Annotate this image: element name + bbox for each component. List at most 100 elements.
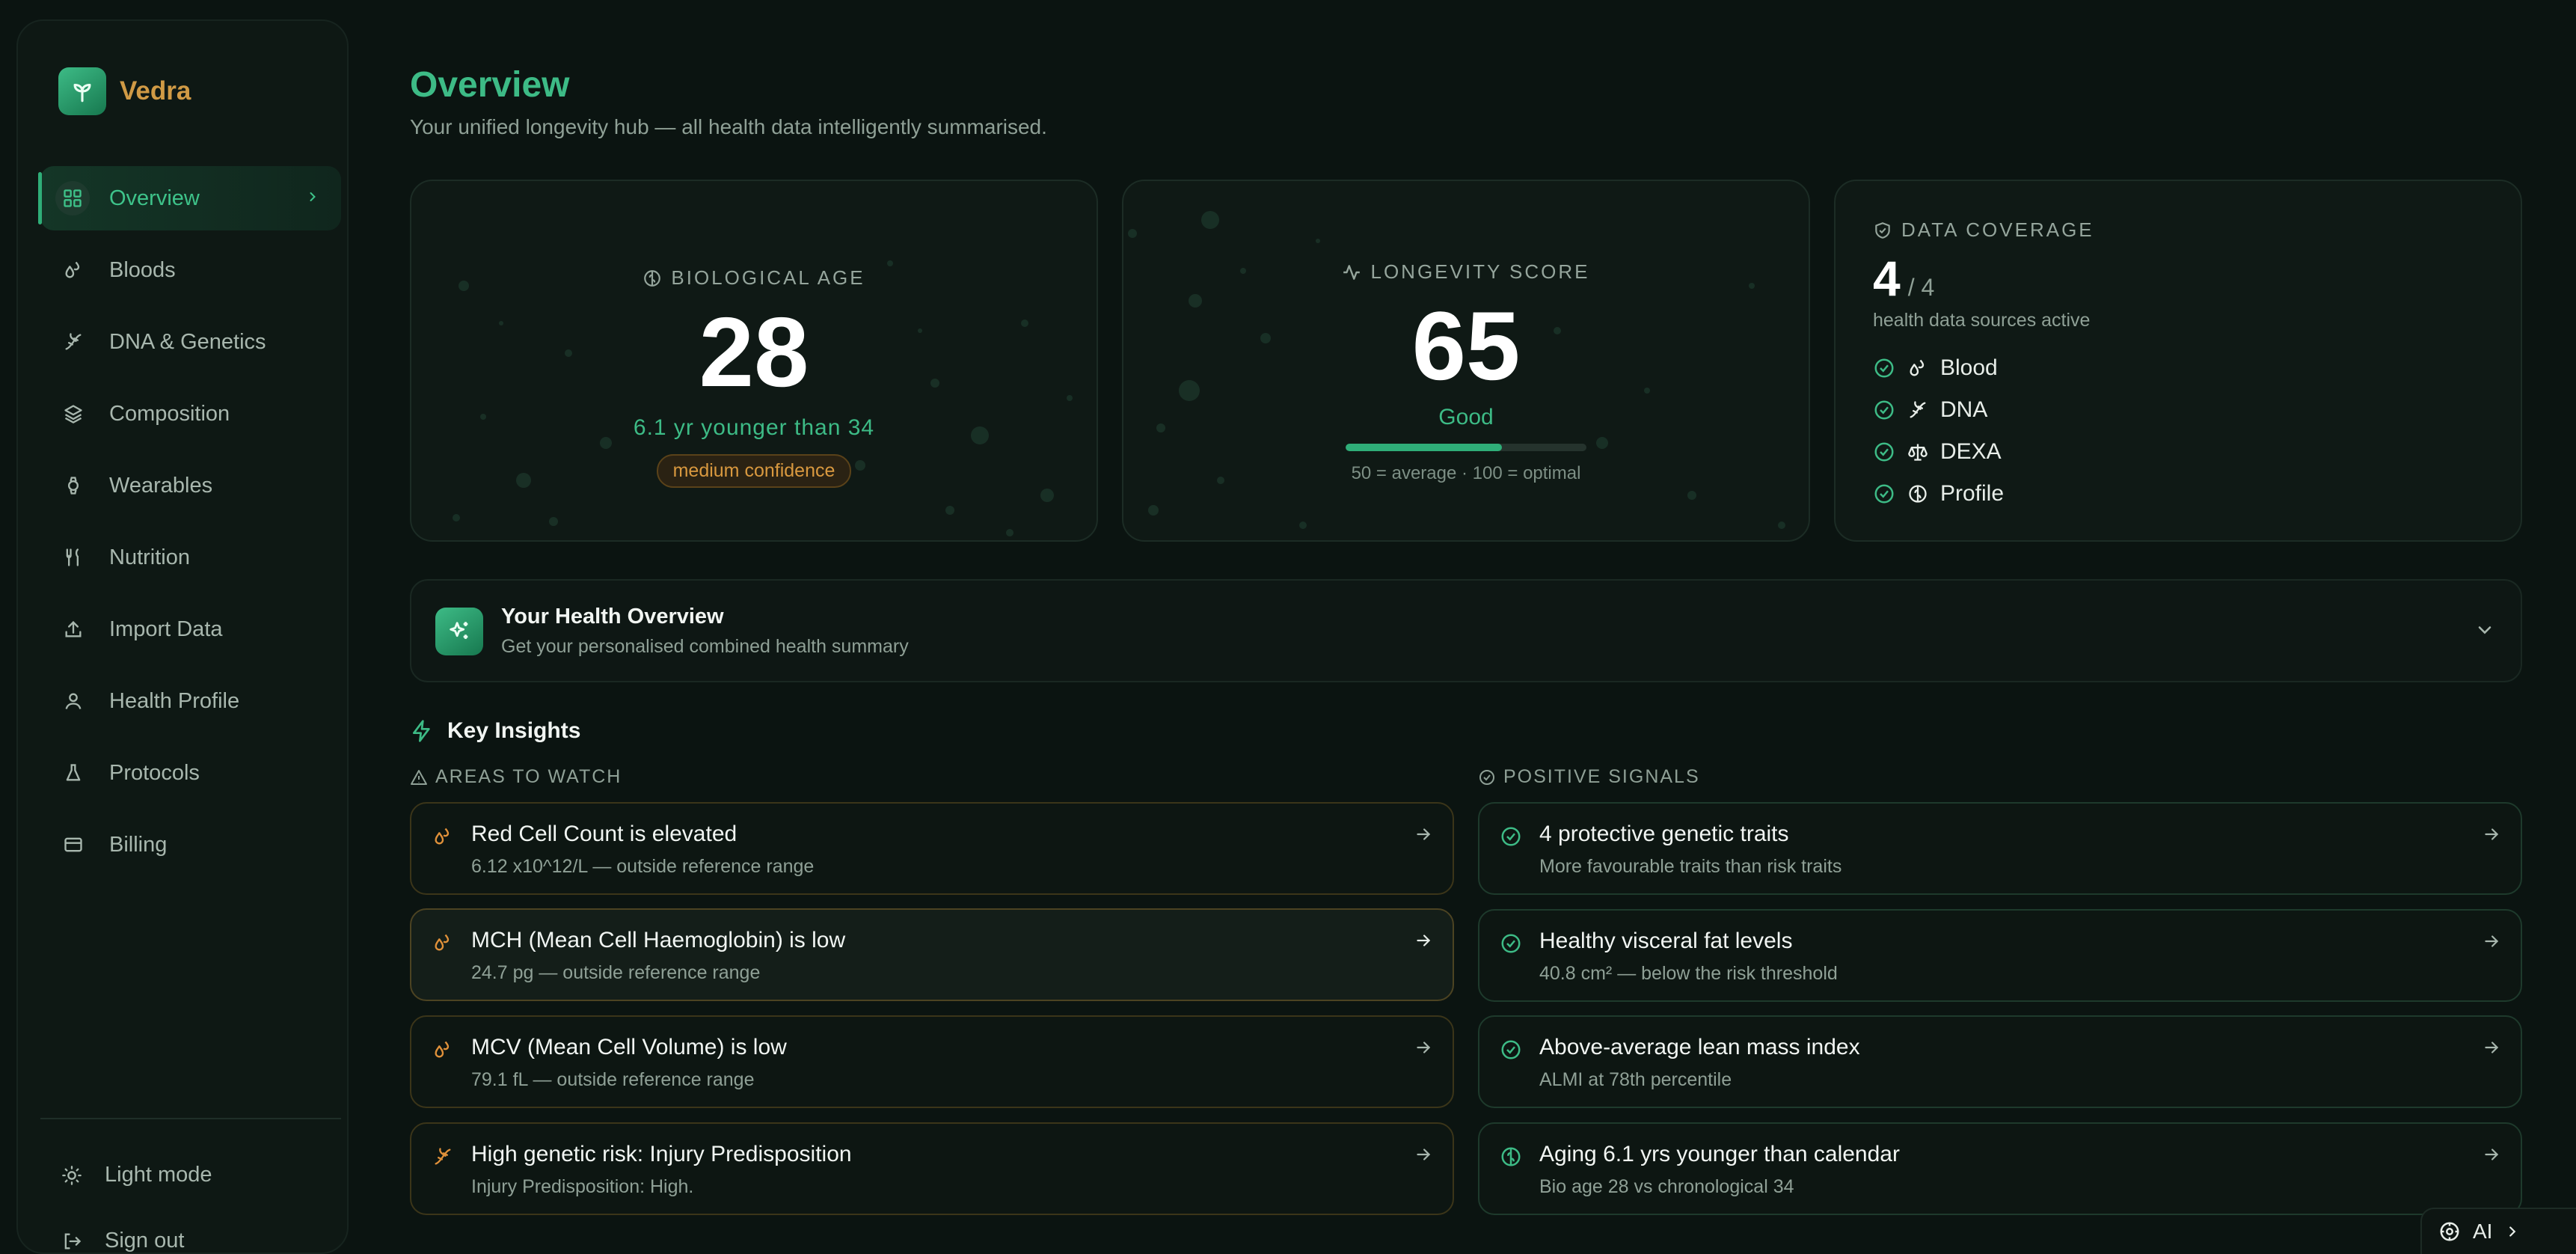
arrow-right-icon — [1414, 1145, 1433, 1164]
arrow-right-icon — [1414, 825, 1433, 844]
dna-icon — [61, 330, 85, 354]
sprout-logo-icon — [58, 67, 106, 115]
sidebar-divider — [40, 1118, 341, 1119]
drops-icon — [431, 931, 455, 955]
flask-icon — [61, 761, 85, 785]
insight-detail: 79.1 fL — outside reference range — [471, 1069, 755, 1090]
brain-icon — [1499, 1145, 1523, 1169]
page-subtitle: Your unified longevity hub — all health … — [410, 115, 1047, 138]
sidebar-item-label: Billing — [109, 832, 168, 857]
chevron-right-icon — [305, 189, 320, 204]
coverage-total: / 4 — [1907, 274, 1935, 301]
arrow-right-icon — [2482, 932, 2501, 951]
brand[interactable]: Vedra — [58, 67, 191, 115]
arrow-right-icon — [2482, 825, 2501, 844]
coverage-source-dna: DNA — [1873, 389, 2004, 431]
sidebar-item-health-profile[interactable]: Health Profile — [40, 669, 341, 733]
watch-icon — [61, 474, 85, 498]
brain-icon — [643, 269, 662, 288]
grid-icon — [55, 181, 90, 215]
sparkles-icon — [435, 608, 483, 655]
dna-icon — [1907, 400, 1928, 420]
bolt-icon — [410, 719, 434, 743]
insight-title: Healthy visceral fat levels — [1539, 929, 1793, 953]
arrow-right-icon — [1414, 1038, 1433, 1057]
sidebar-item-nutrition[interactable]: Nutrition — [40, 525, 341, 590]
insight-detail: Bio age 28 vs chronological 34 — [1539, 1176, 1794, 1197]
brain-icon — [1907, 483, 1928, 504]
coverage-count: 4 / 4 — [1873, 250, 1934, 307]
biological-age-label: BIOLOGICAL AGE — [643, 266, 865, 290]
sidebar-item-wearables[interactable]: Wearables — [40, 453, 341, 518]
sun-icon — [60, 1163, 84, 1187]
sidebar-item-label: DNA & Genetics — [109, 329, 266, 354]
coverage-description: health data sources active — [1873, 310, 2091, 331]
insight-detail: 24.7 pg — outside reference range — [471, 962, 761, 983]
sidebar-item-protocols[interactable]: Protocols — [40, 741, 341, 805]
longevity-score-value: 65 — [1411, 291, 1521, 400]
longevity-progress-fill — [1346, 444, 1503, 451]
warning-triangle-icon — [410, 768, 428, 786]
sidebar-item-label: Overview — [109, 186, 200, 210]
brand-name: Vedra — [120, 76, 191, 105]
insight-title: High genetic risk: Injury Predisposition — [471, 1142, 852, 1166]
sign-out-button[interactable]: Sign out — [60, 1229, 184, 1253]
ai-assistant-button[interactable]: AI — [2420, 1208, 2576, 1254]
insight-detail: More favourable traits than risk traits — [1539, 856, 1842, 877]
watch-insight-card[interactable]: MCH (Mean Cell Haemoglobin) is low 24.7 … — [410, 908, 1454, 1001]
check-circle-icon — [1873, 441, 1895, 463]
chevron-down-icon[interactable] — [2474, 620, 2495, 640]
page-title: Overview — [410, 65, 570, 105]
coverage-source-blood: Blood — [1873, 347, 2004, 389]
insight-detail: ALMI at 78th percentile — [1539, 1069, 1732, 1090]
insight-title: MCH (Mean Cell Haemoglobin) is low — [471, 928, 846, 952]
sidebar-item-label: Import Data — [109, 617, 223, 641]
chevron-right-icon — [2504, 1223, 2521, 1240]
areas-to-watch-heading: AREAS TO WATCH — [410, 766, 622, 788]
sidebar: Vedra Overview Bloods DNA & Genetics Com… — [16, 19, 349, 1254]
check-circle-icon — [1873, 399, 1895, 421]
data-coverage-card[interactable]: DATA COVERAGE 4 / 4 health data sources … — [1834, 180, 2522, 542]
longevity-score-card[interactable]: LONGEVITY SCORE 65 Good 50 = average · 1… — [1122, 180, 1810, 542]
sidebar-item-composition[interactable]: Composition — [40, 382, 341, 446]
check-circle-icon — [1499, 932, 1523, 955]
light-mode-toggle[interactable]: Light mode — [60, 1163, 212, 1187]
activity-icon — [1342, 263, 1361, 282]
check-circle-icon — [1499, 1038, 1523, 1062]
sidebar-item-overview[interactable]: Overview — [38, 166, 341, 230]
positive-insight-card[interactable]: Aging 6.1 yrs younger than calendar Bio … — [1478, 1122, 2522, 1215]
biological-age-card[interactable]: BIOLOGICAL AGE 28 6.1 yr younger than 34… — [410, 180, 1098, 542]
arrow-right-icon — [1414, 931, 1433, 950]
sidebar-item-import-data[interactable]: Import Data — [40, 597, 341, 661]
positive-insight-card[interactable]: 4 protective genetic traits More favoura… — [1478, 802, 2522, 895]
layers-icon — [61, 402, 85, 426]
positive-insight-card[interactable]: Above-average lean mass index ALMI at 78… — [1478, 1015, 2522, 1108]
sidebar-item-dna-genetics[interactable]: DNA & Genetics — [40, 310, 341, 374]
drops-icon — [431, 825, 455, 848]
arrow-right-icon — [2482, 1145, 2501, 1164]
coverage-source-list: Blood DNA DEXA Profile — [1873, 347, 2004, 515]
health-overview-subtitle: Get your personalised combined health su… — [501, 636, 909, 657]
insight-title: Above-average lean mass index — [1539, 1035, 1860, 1059]
insight-title: MCV (Mean Cell Volume) is low — [471, 1035, 787, 1059]
sidebar-item-billing[interactable]: Billing — [40, 813, 341, 877]
user-icon — [61, 689, 85, 713]
sidebar-item-label: Composition — [109, 401, 230, 426]
coverage-active-count: 4 — [1873, 251, 1901, 306]
watch-insight-card[interactable]: High genetic risk: Injury Predisposition… — [410, 1122, 1454, 1215]
positive-insight-card[interactable]: Healthy visceral fat levels 40.8 cm² — b… — [1478, 909, 2522, 1002]
sidebar-item-label: Wearables — [109, 473, 213, 498]
insight-detail: Injury Predisposition: High. — [471, 1176, 694, 1197]
watch-insight-card[interactable]: Red Cell Count is elevated 6.12 x10^12/L… — [410, 802, 1454, 895]
insight-title: Aging 6.1 yrs younger than calendar — [1539, 1142, 1900, 1166]
upload-icon — [61, 617, 85, 641]
watch-insight-card[interactable]: MCV (Mean Cell Volume) is low 79.1 fL — … — [410, 1015, 1454, 1108]
sign-out-label: Sign out — [105, 1229, 185, 1253]
health-overview-panel[interactable]: Your Health Overview Get your personalis… — [410, 579, 2522, 682]
check-circle-icon — [1873, 357, 1895, 379]
sidebar-item-label: Health Profile — [109, 688, 240, 713]
insight-title: 4 protective genetic traits — [1539, 822, 1789, 846]
sidebar-item-label: Nutrition — [109, 545, 190, 569]
sidebar-item-bloods[interactable]: Bloods — [40, 238, 341, 302]
key-insights-heading: Key Insights — [410, 718, 580, 744]
